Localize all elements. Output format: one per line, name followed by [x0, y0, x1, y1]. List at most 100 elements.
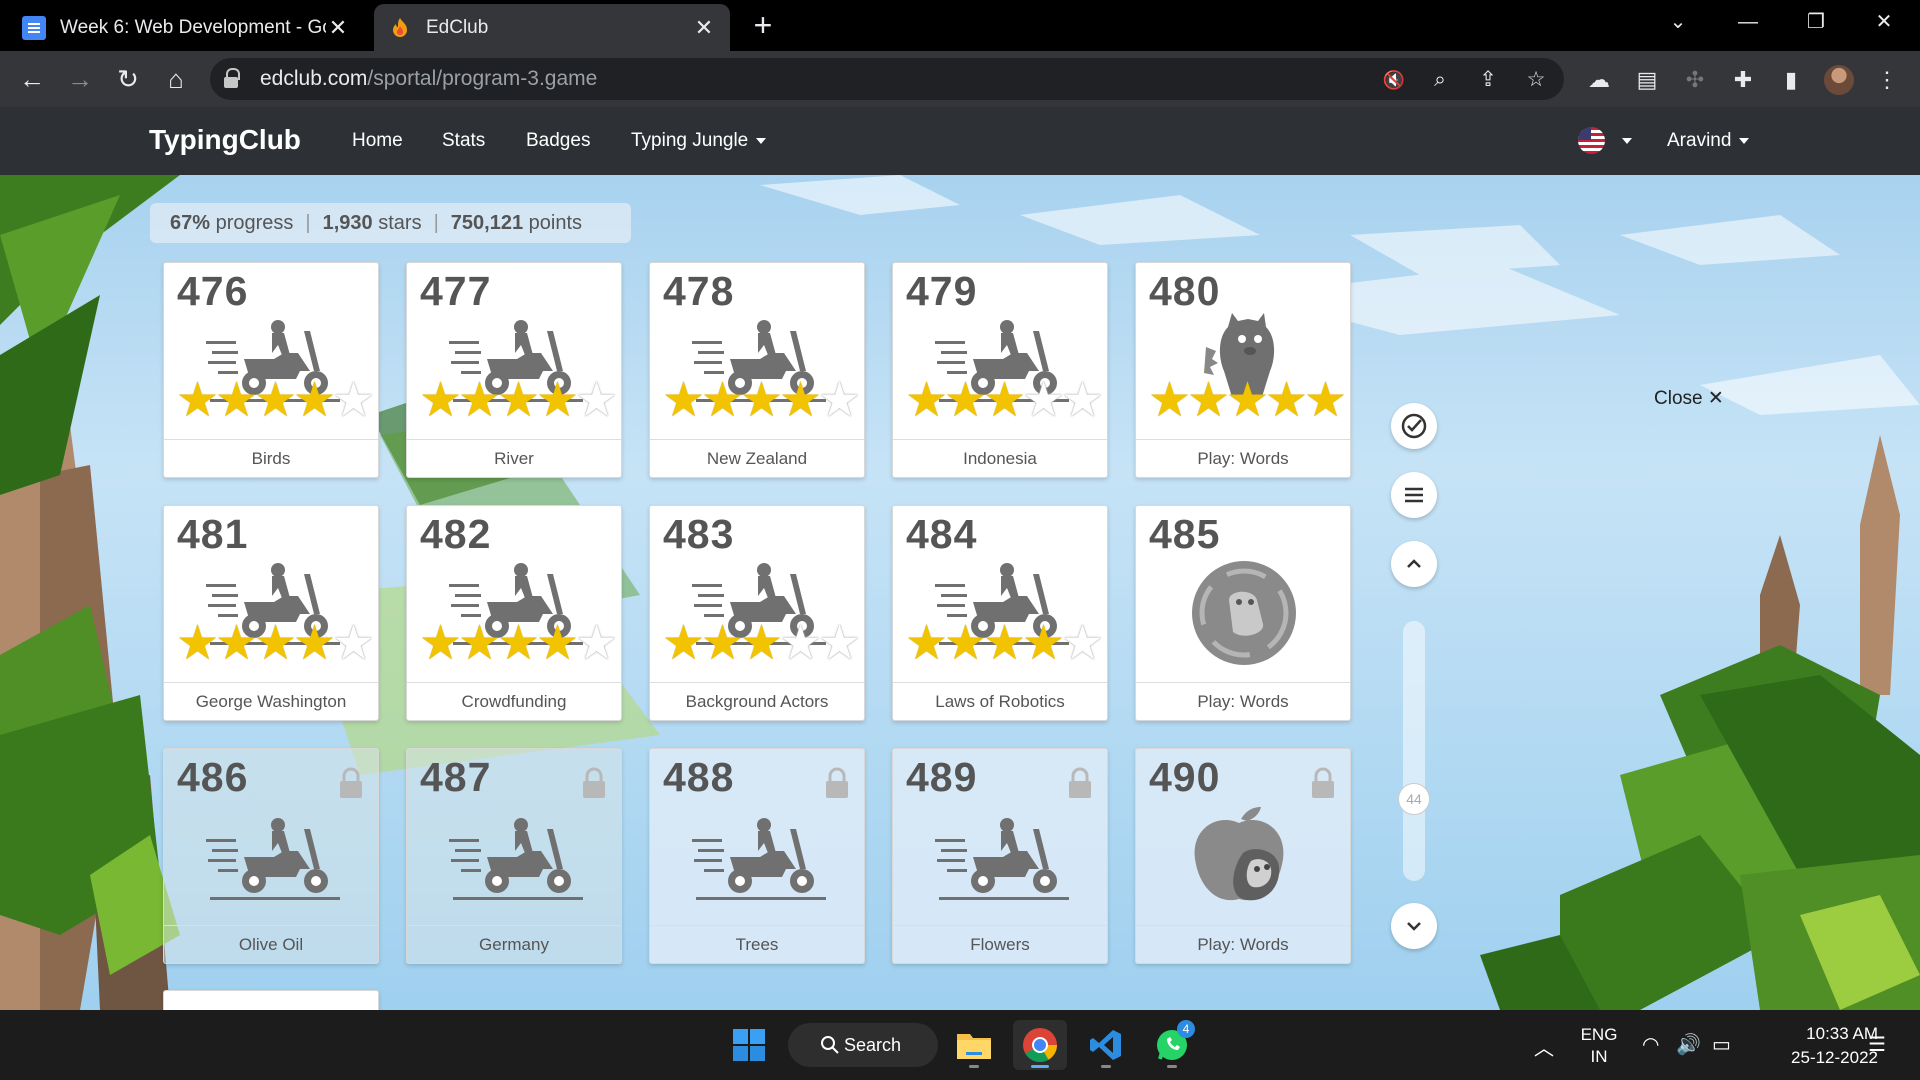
- scroll-up-button[interactable]: [1391, 541, 1437, 587]
- lesson-title: Germany: [407, 925, 621, 963]
- bookmark-star-icon[interactable]: ☆: [1522, 66, 1550, 94]
- scooter-rider-icon: [447, 817, 587, 908]
- language-indicator[interactable]: ENG IN: [1574, 1024, 1624, 1068]
- progress-label: progress: [215, 212, 294, 234]
- lesson-card-partial[interactable]: [163, 990, 379, 1010]
- extension-grid-icon[interactable]: ✣: [1680, 65, 1710, 95]
- lesson-number: 490: [1149, 754, 1221, 800]
- lesson-card-488[interactable]: 488 Trees: [649, 748, 865, 964]
- clock[interactable]: 10:33 AM 25-12-2022: [1758, 1022, 1878, 1070]
- windows-taskbar: Search 4 ︿ ENG IN ◠ 🔊 ▭ 10:33 AM 25-12-202…: [0, 1010, 1920, 1080]
- close-button[interactable]: Close ✕: [1654, 387, 1724, 410]
- star-filled-icon: ★: [944, 374, 988, 427]
- nav-stats[interactable]: Stats: [442, 130, 485, 152]
- lesson-card-484[interactable]: 484 ★ ★ ★ ★ ★ Laws of Robotics: [892, 505, 1108, 721]
- vscode-app[interactable]: [1079, 1020, 1133, 1070]
- close-tab-icon[interactable]: ✕: [692, 15, 716, 41]
- tab-edclub[interactable]: EdClub ✕: [374, 4, 730, 51]
- address-bar[interactable]: edclub.com/sportal/program-3.game 🔇 ⌕ ⇪ …: [210, 58, 1564, 100]
- url-text[interactable]: edclub.com/sportal/program-3.game: [260, 67, 597, 91]
- extension-cloud-icon[interactable]: ☁: [1584, 65, 1614, 95]
- taskbar-search[interactable]: Search: [788, 1023, 938, 1067]
- extensions-puzzle-icon[interactable]: ✚: [1728, 65, 1758, 95]
- star-filled-icon: ★: [662, 617, 706, 670]
- star-empty-icon: ★: [1022, 374, 1066, 427]
- reader-mode-icon[interactable]: ▤: [1632, 65, 1662, 95]
- file-explorer-app[interactable]: [947, 1020, 1001, 1070]
- lesson-card-480[interactable]: 480 ★ ★ ★ ★ ★ Play: Words: [1135, 262, 1351, 478]
- chrome-app[interactable]: [1013, 1020, 1067, 1070]
- lesson-card-476[interactable]: 476 ★ ★ ★ ★ ★ Birds: [163, 262, 379, 478]
- lesson-card-482[interactable]: 482 ★ ★ ★ ★ ★ Crowdfunding: [406, 505, 622, 721]
- search-icon: [821, 1036, 839, 1054]
- lesson-card-486[interactable]: 486 Olive Oil: [163, 748, 379, 964]
- lesson-number: 487: [420, 754, 492, 800]
- running-indicator: [969, 1065, 979, 1068]
- forward-arrow-icon[interactable]: →: [60, 59, 100, 99]
- tray-chevron-up-icon[interactable]: ︿: [1534, 1032, 1554, 1061]
- scroll-down-button[interactable]: [1391, 903, 1437, 949]
- new-tab-button[interactable]: +: [748, 8, 778, 42]
- lesson-card-481[interactable]: 481 ★ ★ ★ ★ ★ George Washington: [163, 505, 379, 721]
- lesson-title: Background Actors: [650, 682, 864, 720]
- menu-button[interactable]: [1391, 472, 1437, 518]
- lesson-card-490[interactable]: 490 Play: Words: [1135, 748, 1351, 964]
- lesson-card-489[interactable]: 489 Flowers: [892, 748, 1108, 964]
- language-chevron-down-icon[interactable]: [1622, 138, 1632, 144]
- star-filled-icon: ★: [1265, 374, 1309, 427]
- lesson-title: Crowdfunding: [407, 682, 621, 720]
- share-icon[interactable]: ⇪: [1474, 66, 1502, 94]
- notifications-icon[interactable]: ☰: [1868, 1032, 1886, 1057]
- lesson-number: 485: [1149, 511, 1221, 557]
- scroll-track[interactable]: [1403, 621, 1425, 881]
- lesson-card-478[interactable]: 478 ★ ★ ★ ★ ★ New Zealand: [649, 262, 865, 478]
- lesson-card-479[interactable]: 479 ★ ★ ★ ★ ★ Indonesia: [892, 262, 1108, 478]
- browser-menu-icon[interactable]: ⋮: [1872, 65, 1902, 95]
- zoom-icon[interactable]: ⌕: [1426, 66, 1454, 94]
- star-filled-icon: ★: [254, 374, 298, 427]
- us-flag-icon[interactable]: [1578, 127, 1605, 154]
- scroll-thumb[interactable]: 44: [1398, 783, 1430, 815]
- battery-icon[interactable]: ▭: [1712, 1032, 1731, 1057]
- profile-avatar[interactable]: [1824, 65, 1854, 95]
- lesson-card-487[interactable]: 487 Germany: [406, 748, 622, 964]
- restore-button[interactable]: ❐: [1786, 6, 1846, 38]
- jungle-scene: 67% progress | 1,930 stars | 750,121 points …: [0, 175, 1920, 1010]
- minimize-button[interactable]: —: [1718, 6, 1778, 38]
- star-filled-icon: ★: [905, 617, 949, 670]
- volume-icon[interactable]: 🔊: [1676, 1032, 1701, 1057]
- lesson-title: Play: Words: [1136, 682, 1350, 720]
- lesson-card-485[interactable]: 485 Play: Words: [1135, 505, 1351, 721]
- reload-icon[interactable]: ↻: [108, 59, 148, 99]
- lesson-title: New Zealand: [650, 439, 864, 477]
- running-indicator: [1167, 1065, 1177, 1068]
- star-filled-icon: ★: [983, 374, 1027, 427]
- check-progress-button[interactable]: [1391, 403, 1437, 449]
- home-icon[interactable]: ⌂: [156, 59, 196, 99]
- user-menu[interactable]: Aravind: [1667, 130, 1750, 152]
- lesson-card-483[interactable]: 483 ★ ★ ★ ★ ★ Background Actors: [649, 505, 865, 721]
- close-window-button[interactable]: ✕: [1854, 6, 1914, 38]
- star-filled-icon: ★: [701, 617, 745, 670]
- lock-icon[interactable]: [224, 68, 240, 88]
- tab-google-docs[interactable]: Week 6: Web Development - Google Docs ✕: [8, 4, 364, 51]
- whatsapp-app[interactable]: 4: [1145, 1020, 1199, 1070]
- wifi-icon[interactable]: ◠: [1642, 1032, 1659, 1057]
- star-rating: ★ ★ ★ ★ ★: [662, 377, 861, 425]
- star-filled-icon: ★: [497, 617, 541, 670]
- lesson-title: River: [407, 439, 621, 477]
- brand-logo[interactable]: TypingClub: [149, 124, 301, 156]
- close-tab-icon[interactable]: ✕: [326, 15, 350, 41]
- nav-typing-jungle[interactable]: Typing Jungle: [631, 130, 767, 152]
- nav-home[interactable]: Home: [352, 130, 403, 152]
- side-panel-icon[interactable]: ▮: [1776, 65, 1806, 95]
- back-arrow-icon[interactable]: ←: [12, 59, 52, 99]
- tab-search-chevron-icon[interactable]: ⌄: [1648, 6, 1708, 38]
- start-button[interactable]: [722, 1020, 776, 1070]
- nav-badges[interactable]: Badges: [526, 130, 590, 152]
- active-indicator: [1031, 1065, 1049, 1068]
- lesson-card-477[interactable]: 477 ★ ★ ★ ★ ★ River: [406, 262, 622, 478]
- lesson-number: 482: [420, 511, 492, 557]
- sound-blocked-icon[interactable]: 🔇: [1380, 66, 1408, 94]
- star-rating: ★ ★ ★ ★ ★: [419, 617, 618, 670]
